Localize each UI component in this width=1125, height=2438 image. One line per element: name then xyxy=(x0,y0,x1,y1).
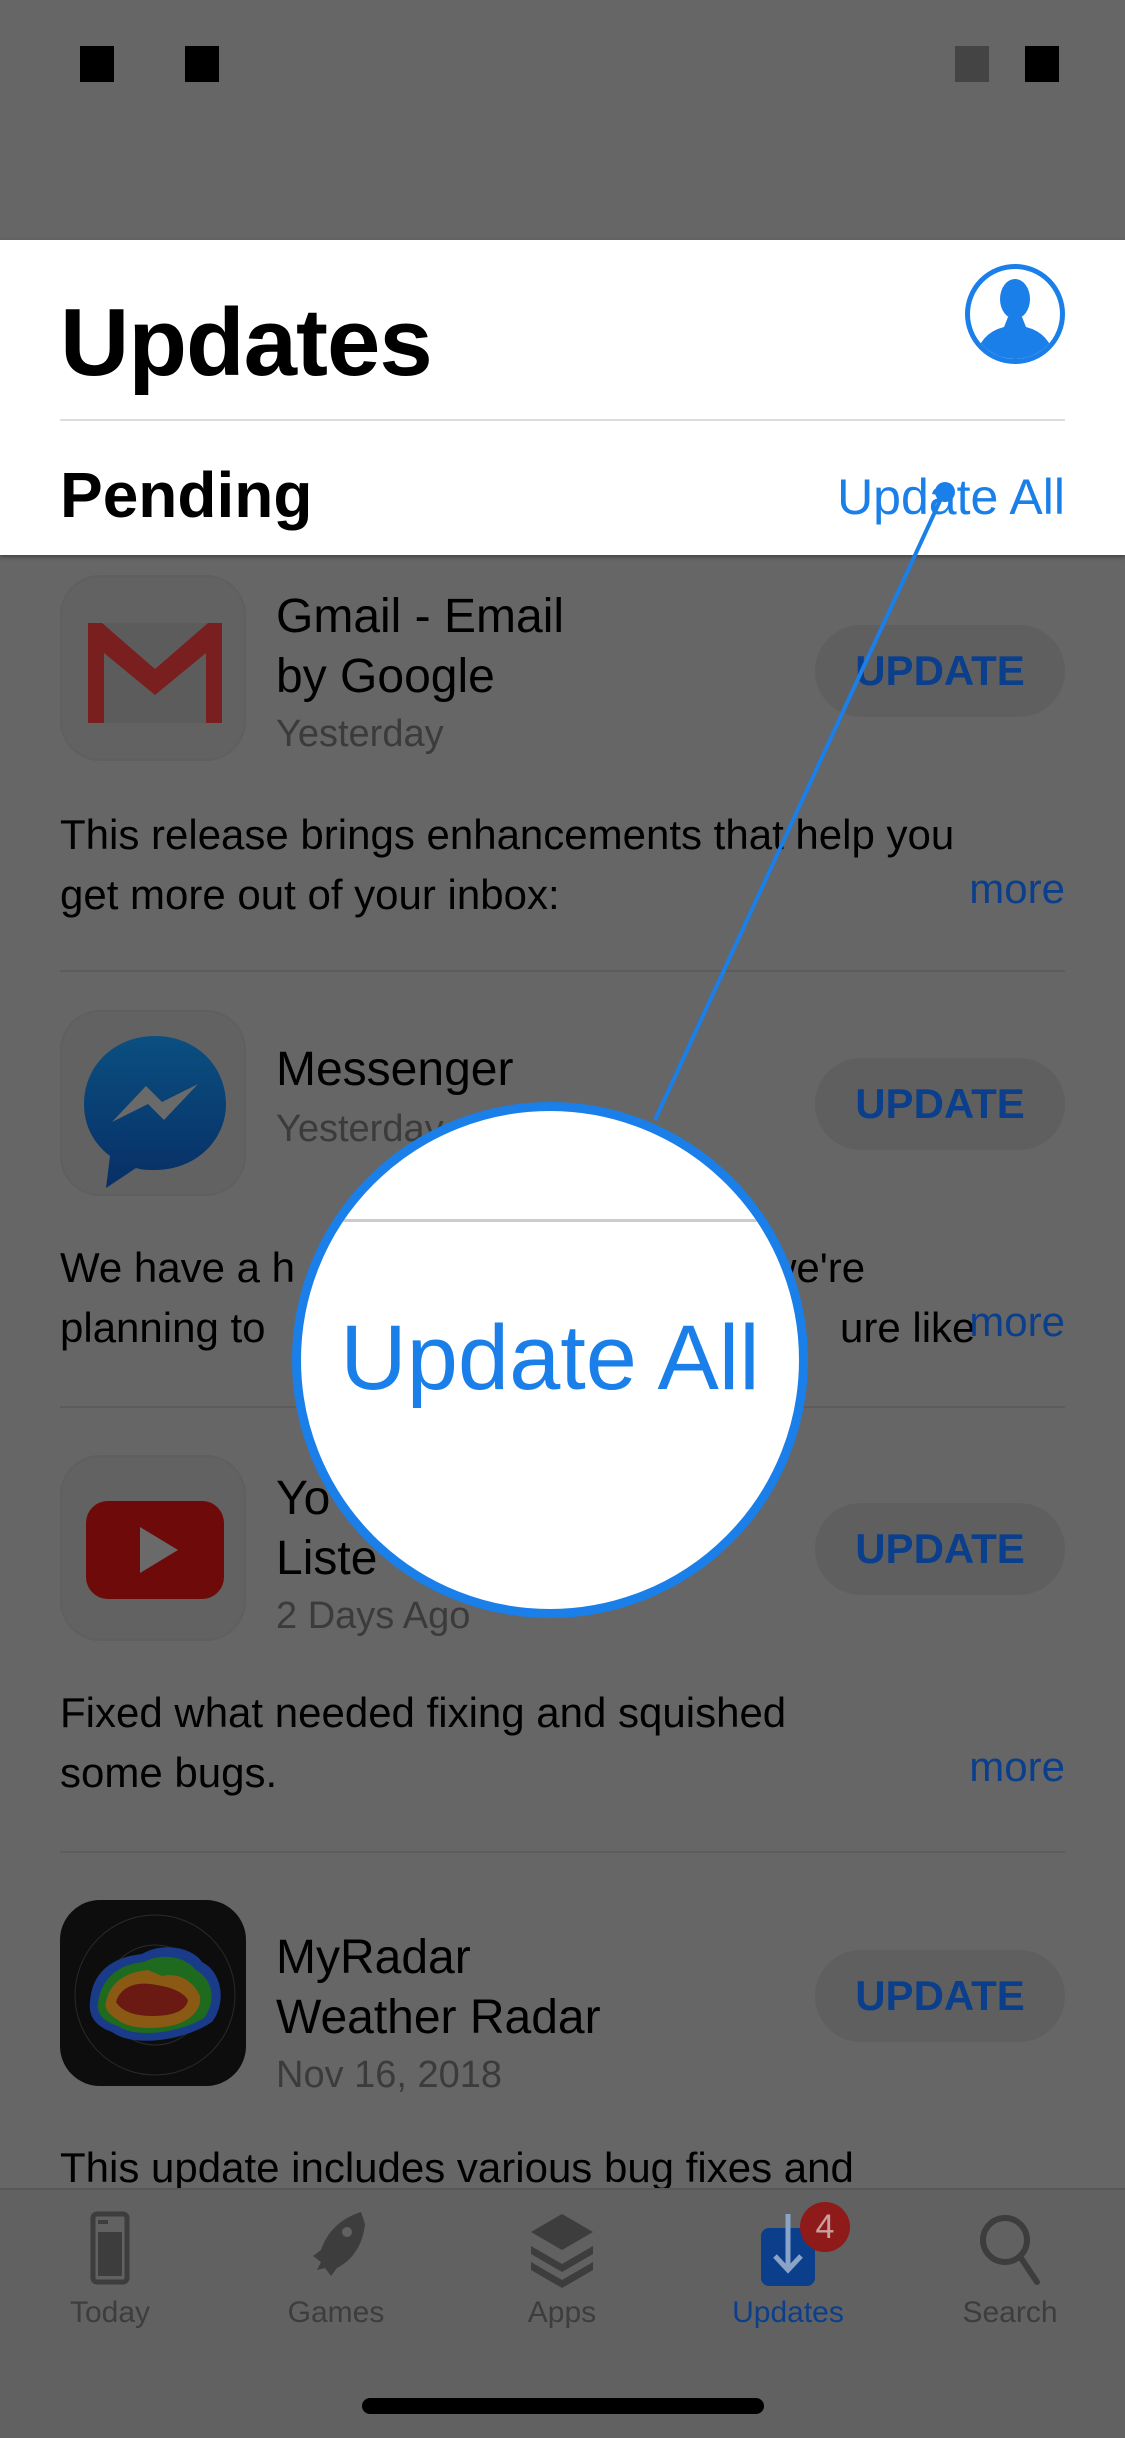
updates-header: Updates Pending Update All xyxy=(0,240,1125,555)
tab-label: Today xyxy=(69,2296,151,2329)
app-date: 2 Days Ago xyxy=(276,1595,471,1637)
tab-apps[interactable]: Apps xyxy=(482,2210,642,2330)
update-button[interactable]: UPDATE xyxy=(815,1950,1065,2042)
search-icon xyxy=(980,2215,1040,2285)
page-title: Updates xyxy=(60,289,433,396)
messenger-bubble-glyph xyxy=(84,1036,226,1188)
magnifier-callout: Update All xyxy=(292,1102,808,1618)
more-link[interactable]: more xyxy=(969,1298,1065,1346)
update-all-button[interactable]: Update All xyxy=(837,468,1065,526)
tab-games[interactable]: Games xyxy=(256,2210,416,2330)
account-button[interactable] xyxy=(965,264,1065,364)
status-time-block xyxy=(185,46,219,82)
update-button[interactable]: UPDATE xyxy=(815,1058,1065,1150)
home-indicator[interactable] xyxy=(362,2398,764,2414)
release-notes: Fixed what needed fixing and squished so… xyxy=(60,1683,1065,1803)
tab-label: Search xyxy=(962,2296,1058,2329)
section-title-pending: Pending xyxy=(60,459,313,531)
status-bar xyxy=(0,0,1125,240)
magnified-update-all: Update All xyxy=(340,1307,760,1409)
release-notes-line: get more out of your inbox: xyxy=(60,871,560,918)
row-divider xyxy=(60,970,1065,972)
app-name-line2: Weather Radar xyxy=(276,1991,601,2044)
myradar-icon[interactable] xyxy=(60,1900,246,2086)
update-button[interactable]: UPDATE xyxy=(815,625,1065,717)
release-notes: This release brings enhancements that he… xyxy=(60,805,1065,925)
tab-today[interactable]: Today xyxy=(30,2210,190,2330)
more-link[interactable]: more xyxy=(969,1743,1065,1791)
tab-search[interactable]: Search xyxy=(930,2210,1090,2330)
status-time-block xyxy=(80,46,114,82)
row-divider xyxy=(60,1851,1065,1853)
release-notes-text: We have a h xyxy=(60,1244,296,1291)
app-name: Gmail - Email xyxy=(276,590,565,643)
tab-label: Updates xyxy=(732,2296,844,2329)
youtube-icon[interactable] xyxy=(60,1455,246,1641)
tab-label: Apps xyxy=(527,2296,597,2329)
tab-label: Games xyxy=(287,2296,385,2329)
release-notes-text: planning to xyxy=(60,1304,266,1351)
app-date: Nov 16, 2018 xyxy=(276,2054,503,2096)
app-name: MyRadar xyxy=(276,1931,471,1984)
rocket-icon xyxy=(313,2212,365,2276)
release-notes-text: ure like xyxy=(840,1304,976,1351)
app-name-line2: Liste xyxy=(276,1532,378,1585)
update-button[interactable]: UPDATE xyxy=(815,1503,1065,1595)
release-notes-line: some bugs. xyxy=(60,1749,278,1796)
messenger-icon[interactable] xyxy=(60,1010,246,1196)
app-name-line2: by Google xyxy=(276,650,495,703)
header-divider xyxy=(60,419,1065,421)
release-notes-line: This release brings enhancements that he… xyxy=(60,811,955,858)
gmail-envelope-glyph xyxy=(88,623,222,723)
app-name: Messenger xyxy=(276,1043,514,1096)
gmail-icon[interactable] xyxy=(60,575,246,761)
status-battery-block xyxy=(1025,46,1059,82)
more-link[interactable]: more xyxy=(969,865,1065,913)
updates-count-badge: 4 xyxy=(800,2202,850,2252)
youtube-play-glyph xyxy=(86,1501,224,1599)
release-notes-line: Fixed what needed fixing and squished xyxy=(60,1689,787,1736)
tab-updates[interactable]: 4 Updates xyxy=(708,2202,868,2330)
app-date: Yesterday xyxy=(276,713,444,755)
status-signal-block xyxy=(955,46,989,82)
layers-icon xyxy=(531,2214,593,2288)
person-circle-icon xyxy=(975,279,1055,359)
radar-map-glyph xyxy=(74,1914,236,2076)
today-icon xyxy=(90,2211,130,2285)
magnifier-divider xyxy=(301,1219,799,1222)
